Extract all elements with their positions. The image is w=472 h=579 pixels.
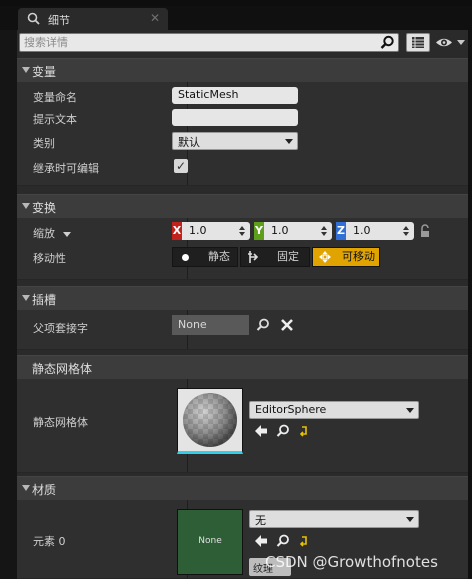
clear-x-icon[interactable] [280,318,294,332]
dot-icon [182,254,189,261]
eye-icon [436,38,465,47]
variables-group: 变量命名 提示文本 类别 继承时可编辑 StaticMesh 默认 ✓ [17,82,468,186]
transform-group: 缩放 移动性 X 1.0 Y 1.0 Z 1.0 静态 固定 可移动 [17,218,468,280]
collapse-triangle-icon[interactable] [22,485,30,491]
section-variables[interactable]: 变量 [17,58,468,82]
reset-arrow-icon[interactable] [299,534,309,548]
element-0-label: 元素 0 [33,535,66,548]
section-title: 静态网格体 [32,362,93,376]
material-thumbnail[interactable]: None [177,509,243,575]
watermark-text: CSDN @Growthofnotes [265,553,438,571]
category-dropdown[interactable]: 默认 [172,132,298,150]
search-box[interactable] [19,33,399,52]
visibility-filter-button[interactable] [434,33,468,52]
section-title: 插槽 [32,293,57,307]
section-static-mesh[interactable]: 静态网格体 [17,355,468,379]
tooltip-label: 提示文本 [33,113,77,126]
parent-socket-field[interactable]: None [172,315,249,335]
sockets-group: 父项套接字 None [17,310,468,350]
chevron-down-icon [285,139,293,144]
collapse-triangle-icon[interactable] [22,295,30,301]
mobility-option-label: 固定 [277,250,299,263]
magnifier-icon [27,12,40,25]
spin-arrows-icon [321,226,327,236]
collapse-triangle-icon[interactable] [22,203,30,209]
sphere-preview-icon [178,389,242,451]
section-materials[interactable]: 材质 [17,476,468,500]
axis-y-label: Y [254,222,264,240]
panel-scroll-edge[interactable] [468,30,472,579]
section-title: 变换 [32,201,57,215]
section-sockets[interactable]: 插槽 [17,286,468,310]
chevron-down-icon [62,231,71,237]
collapse-triangle-icon[interactable] [22,67,30,73]
search-input[interactable] [20,34,370,51]
static-mesh-label: 静态网格体 [33,416,88,429]
scale-y-value: 1.0 [271,224,289,237]
spin-arrows-icon [403,226,409,236]
search-icon[interactable] [380,35,395,50]
axis-x-label: X [172,222,182,240]
material-value: 无 [255,514,266,527]
static-mesh-group: 静态网格体 EditorSphere [17,379,468,473]
category-value: 默认 [178,136,200,149]
close-icon[interactable]: ✕ [150,11,160,25]
scale-z-value: 1.0 [353,224,371,237]
scale-label[interactable]: 缩放 [33,225,71,241]
search-icon[interactable] [276,534,290,548]
mobility-stationary-button[interactable]: 固定 [240,247,310,267]
tab-title: 细节 [48,14,70,27]
section-title: 材质 [32,483,57,497]
variable-name-field[interactable]: StaticMesh [172,87,298,104]
view-options-button[interactable] [406,33,430,52]
mobility-movable-button[interactable]: 可移动 [312,247,380,267]
mobility-option-label: 静态 [208,250,230,263]
move-arrows-icon [319,251,331,263]
chevron-down-icon [406,408,414,413]
list-view-icon [412,37,424,48]
scale-x-field[interactable]: X 1.0 [172,222,250,240]
section-title: 变量 [32,65,57,79]
search-icon[interactable] [256,318,270,332]
axis-z-label: Z [336,222,346,240]
lock-icon[interactable] [419,224,431,238]
mobility-label: 移动性 [33,252,66,265]
stationary-icon [248,251,259,263]
tab-details[interactable]: 细节 ✕ [18,8,168,30]
static-mesh-dropdown[interactable]: EditorSphere [249,401,419,419]
material-dropdown[interactable]: 无 [249,510,419,528]
scale-x-value: 1.0 [189,224,207,237]
editable-checkbox[interactable]: ✓ [174,159,188,173]
static-mesh-value: EditorSphere [255,403,327,416]
parent-socket-label: 父项套接字 [33,322,88,335]
material-thumb-label: None [198,536,222,546]
reset-arrow-icon[interactable] [299,424,309,438]
spin-arrows-icon [239,226,245,236]
arrow-left-icon[interactable] [254,424,268,438]
category-label: 类别 [33,137,55,150]
tab-bar: 细节 ✕ [0,6,472,30]
arrow-left-icon[interactable] [254,534,268,548]
editable-label: 继承时可编辑 [33,162,99,175]
search-icon[interactable] [276,424,290,438]
scale-y-field[interactable]: Y 1.0 [254,222,332,240]
mobility-static-button[interactable]: 静态 [172,247,238,267]
static-mesh-thumbnail[interactable] [177,388,243,454]
tooltip-field[interactable] [172,109,298,126]
scale-z-field[interactable]: Z 1.0 [336,222,414,240]
variable-name-label: 变量命名 [33,91,77,104]
mobility-option-label: 可移动 [342,250,375,263]
chevron-down-icon [406,517,414,522]
section-transform[interactable]: 变换 [17,194,468,218]
